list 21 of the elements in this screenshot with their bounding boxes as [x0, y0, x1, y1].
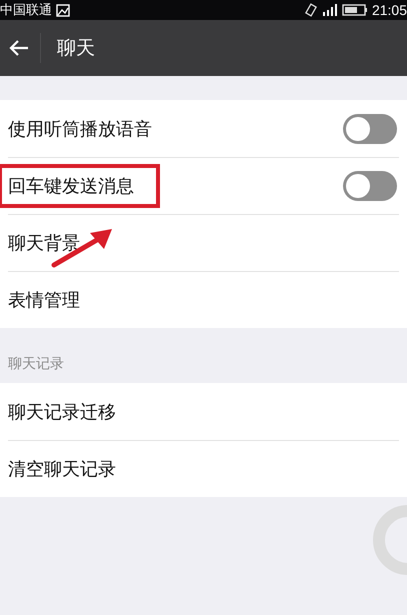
clock-time: 21:05 [372, 2, 407, 18]
settings-row[interactable]: 聊天背景 [0, 214, 407, 271]
row-label: 聊天背景 [8, 232, 80, 256]
section-header: 聊天记录 [8, 355, 64, 373]
row-label: 聊天记录迁移 [8, 400, 116, 424]
settings-row[interactable]: 清空聊天记录 [0, 440, 407, 497]
settings-row[interactable]: 使用听筒播放语音 [0, 100, 407, 157]
carrier-name: 中国联通 [0, 2, 52, 19]
row-label: 使用听筒播放语音 [8, 118, 152, 142]
settings-row[interactable]: 回车键发送消息 [0, 157, 407, 214]
vibrate-icon [304, 3, 318, 17]
signal-icon [322, 4, 338, 16]
row-label: 清空聊天记录 [8, 458, 116, 482]
settings-row[interactable]: 聊天记录迁移 [0, 383, 407, 440]
battery-icon [342, 4, 368, 16]
toggle-switch[interactable] [343, 170, 397, 200]
settings-row[interactable]: 表情管理 [0, 271, 407, 328]
page-title: 聊天 [57, 36, 95, 61]
toggle-switch[interactable] [343, 114, 397, 144]
row-label: 表情管理 [8, 288, 80, 312]
image-icon [56, 4, 70, 16]
